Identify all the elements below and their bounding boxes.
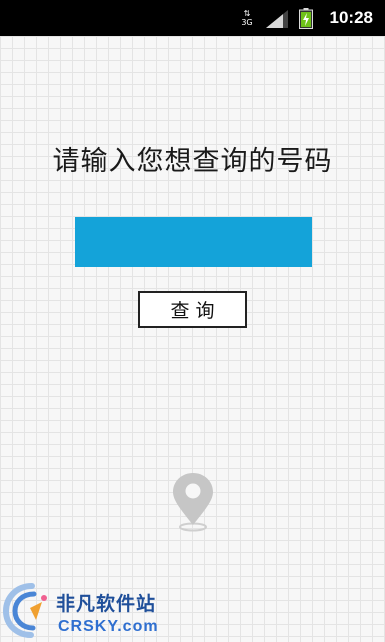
watermark: 非凡软件站 CRSKY.com bbox=[0, 578, 385, 642]
map-pin-icon bbox=[173, 473, 213, 532]
phone-number-input[interactable] bbox=[75, 217, 312, 267]
app-screen: ⇅ 3G 10:28 请输入您想查询的号码 查询 非凡软件站 CRSKY.com bbox=[0, 0, 385, 642]
signal-strength-icon bbox=[266, 10, 288, 28]
network-type-indicator: ⇅ 3G bbox=[240, 9, 254, 27]
watermark-title: 非凡软件站 bbox=[56, 593, 157, 615]
network-type-label: 3G bbox=[241, 18, 253, 27]
query-button[interactable]: 查询 bbox=[138, 291, 247, 328]
battery-icon bbox=[299, 8, 313, 29]
watermark-site: CRSKY.com bbox=[58, 618, 159, 635]
status-clock: 10:28 bbox=[329, 8, 373, 27]
data-activity-icon: ⇅ bbox=[243, 9, 251, 18]
watermark-logo bbox=[2, 583, 47, 638]
page-title: 请输入您想查询的号码 bbox=[52, 146, 333, 177]
status-bar: ⇅ 3G 10:28 bbox=[0, 0, 385, 36]
